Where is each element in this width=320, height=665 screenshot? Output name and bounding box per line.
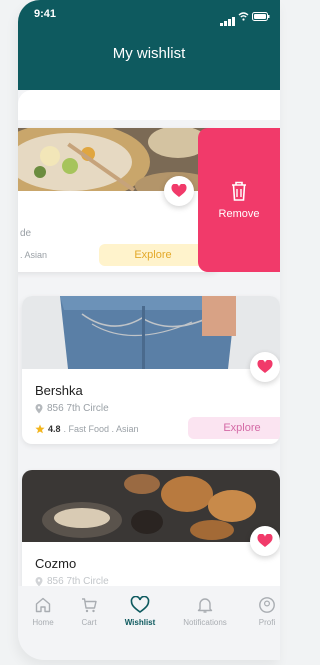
restaurant-categories: . Fast Food . Asian: [63, 424, 139, 434]
star-icon: [35, 424, 45, 434]
wishlist-card-swiped[interactable]: de . Asian Explore: [18, 128, 220, 272]
location-pin-icon: [35, 576, 43, 586]
restaurant-categories: . Asian: [20, 250, 48, 260]
nav-label: Cart: [81, 618, 97, 627]
pastries-image: [22, 470, 280, 542]
heart-filled-icon: [257, 360, 273, 373]
heart-filled-icon: [171, 184, 187, 197]
heart-button[interactable]: [250, 526, 280, 556]
rating-value: 4.8: [48, 424, 61, 434]
restaurant-meta: . Asian: [20, 250, 47, 260]
nav-item-wishlist[interactable]: Wishlist: [110, 596, 170, 627]
status-icons: [220, 8, 270, 26]
location-pin-icon: [35, 403, 43, 413]
bell-icon: [197, 598, 213, 613]
heart-outline-icon: [130, 596, 150, 613]
nav-label: Home: [32, 618, 54, 627]
heart-filled-icon: [257, 534, 273, 547]
battery-icon: [252, 8, 270, 26]
status-time: 9:41: [34, 8, 57, 20]
bottom-navigation: Home Cart Wishlist Notifications Profi: [18, 586, 280, 640]
denim-jeans-image: [22, 296, 280, 369]
heart-button[interactable]: [164, 176, 194, 206]
nav-label: Notifications: [183, 618, 227, 627]
nav-item-notifications[interactable]: Notifications: [175, 596, 235, 627]
nav-label: Profi: [258, 618, 276, 627]
wishlist-card[interactable]: Cozmo 856 7th Circle: [22, 470, 280, 600]
explore-button[interactable]: Explore: [99, 244, 207, 266]
wifi-icon: [238, 8, 249, 26]
restaurant-name: Cozmo: [35, 556, 77, 571]
signal-icon: [220, 17, 235, 26]
restaurant-meta: 4.8 . Fast Food . Asian: [35, 424, 139, 434]
phone-screen: 9:41 My wishlist de . Asian Explore Remo…: [18, 0, 280, 660]
address-text: 856 7th Circle: [47, 403, 109, 414]
restaurant-address: 856 7th Circle: [35, 403, 109, 414]
cart-icon: [82, 598, 97, 613]
nav-item-profile[interactable]: Profi: [237, 596, 280, 627]
restaurant-name: de: [20, 228, 32, 239]
page-title: My wishlist: [112, 45, 186, 62]
explore-button[interactable]: Explore: [188, 417, 280, 439]
nav-label: Wishlist: [124, 618, 156, 627]
wishlist-card[interactable]: Bershka 856 7th Circle 4.8 . Fast Food .…: [22, 296, 280, 444]
remove-button[interactable]: Remove: [198, 128, 280, 272]
remove-label: Remove: [218, 208, 260, 220]
profile-icon: [259, 597, 275, 613]
sheet-background: [18, 90, 280, 120]
home-icon: [35, 597, 51, 613]
header: 9:41 My wishlist: [18, 0, 280, 90]
restaurant-name: Bershka: [35, 383, 83, 398]
trash-icon: [232, 181, 246, 201]
heart-button[interactable]: [250, 352, 280, 382]
